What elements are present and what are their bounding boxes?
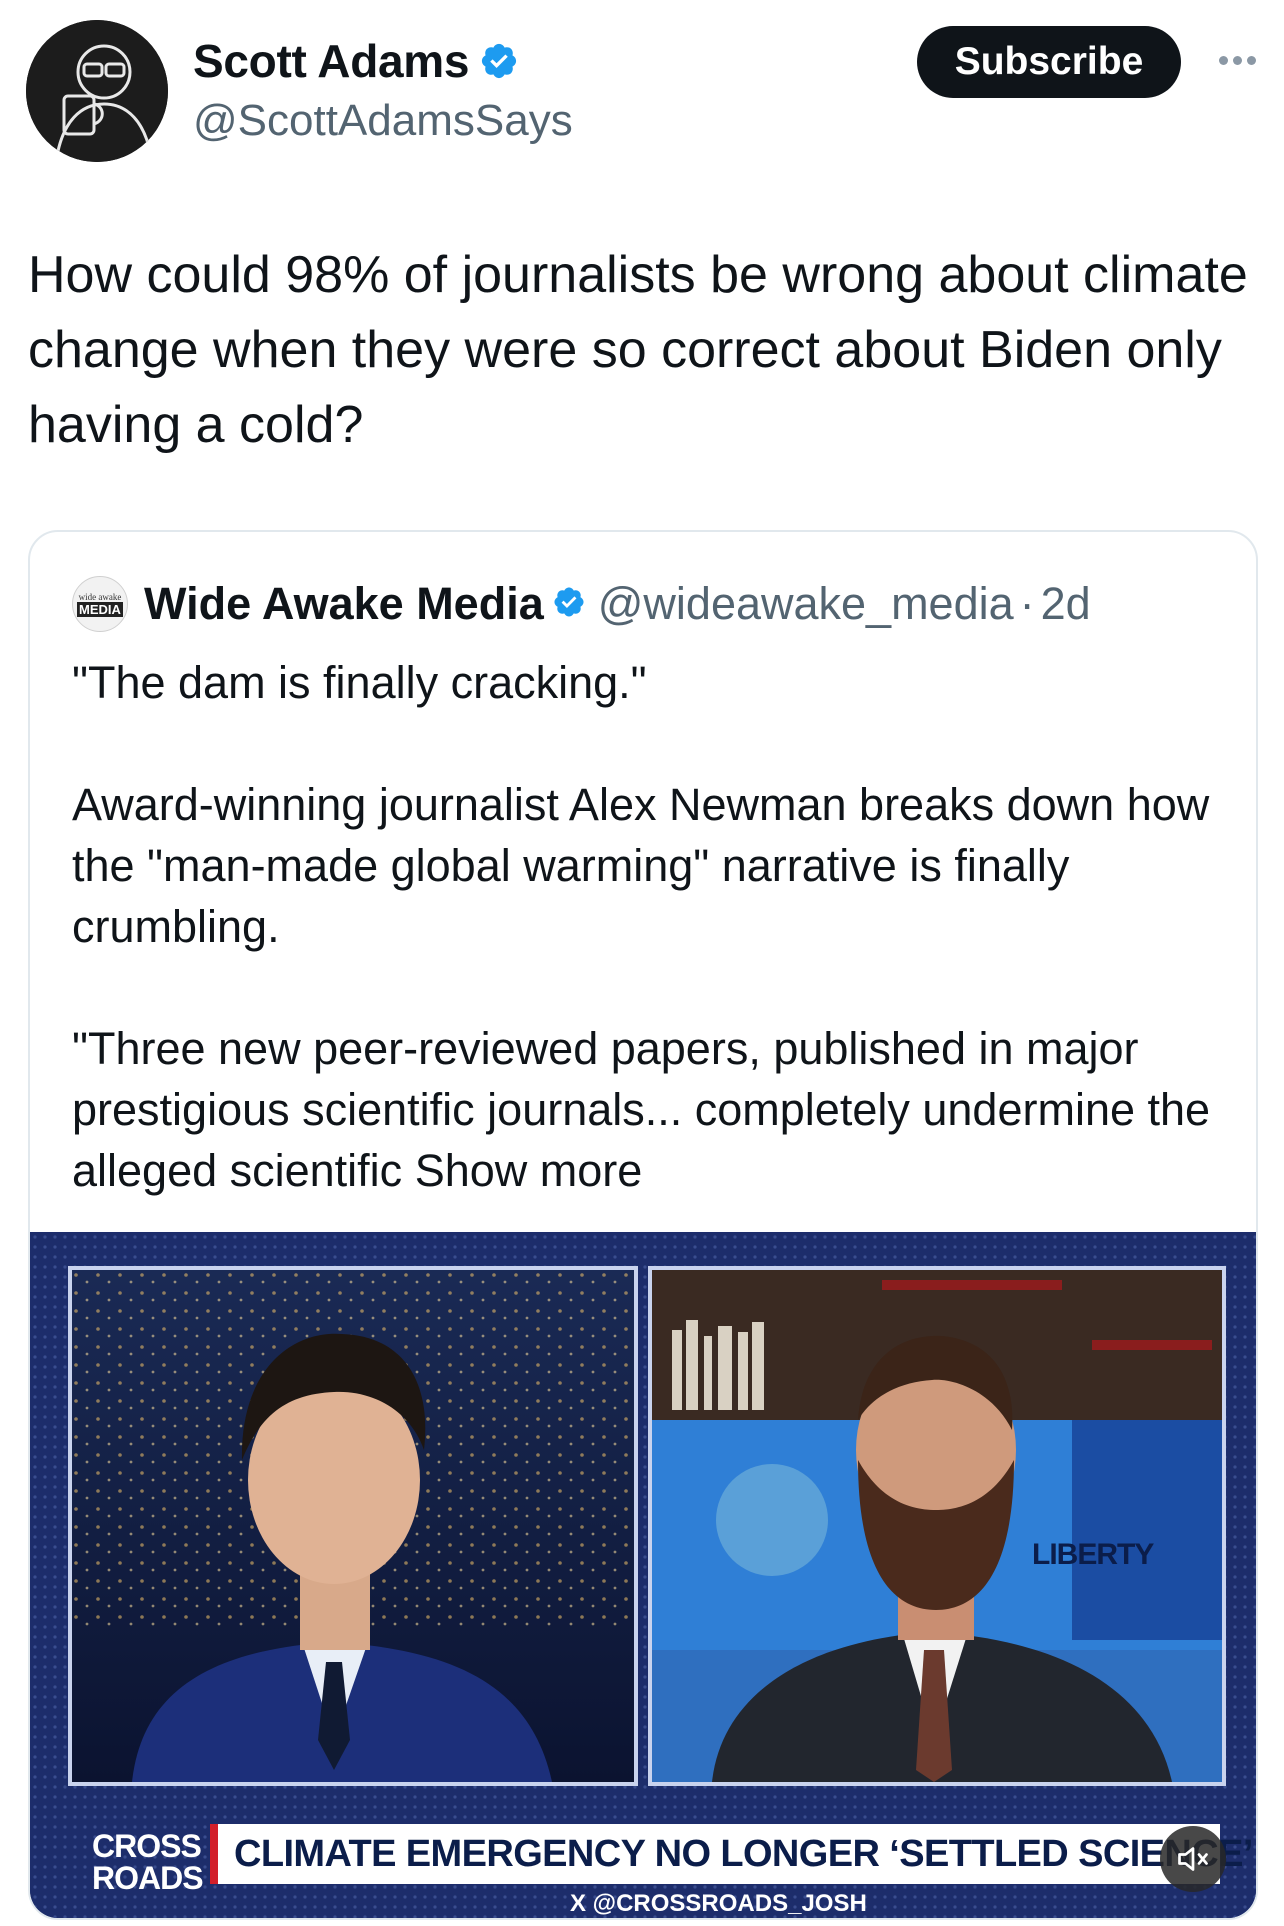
video-headline: CLIMATE EMERGENCY NO LONGER ‘SETTLED SCI…: [234, 1832, 1253, 1875]
quoted-paragraph: "The dam is finally cracking.": [72, 657, 647, 708]
muted-speaker-icon[interactable]: [1160, 1826, 1226, 1892]
backdrop-liberty-text: LIBERTY: [1032, 1538, 1154, 1571]
video-player[interactable]: LIBERTY CROSS ROADS CLIMATE EMERGENCY NO…: [30, 1232, 1256, 1918]
brand-line: ROADS: [92, 1860, 204, 1896]
quoted-tweet-header: wide awake MEDIA Wide Awake Media @widea…: [72, 576, 1091, 632]
quoted-tweet-text: "The dam is finally cracking." Award-win…: [72, 652, 1232, 1201]
crossroads-logo: CROSS ROADS: [92, 1828, 204, 1896]
video-panel-left: [68, 1266, 638, 1786]
host-image: [72, 1270, 634, 1782]
headline-banner: CLIMATE EMERGENCY NO LONGER ‘SETTLED SCI…: [210, 1824, 1253, 1884]
author-block: Scott Adams @ScottAdamsSays: [193, 34, 573, 146]
brand-line: CROSS: [92, 1828, 202, 1864]
more-dot: [1246, 55, 1256, 65]
quoted-paragraph: "Three new peer-reviewed papers, publish…: [72, 1018, 1232, 1201]
video-credit: X @CROSSROADS_JOSH: [570, 1890, 867, 1917]
author-handle[interactable]: @ScottAdamsSays: [193, 96, 573, 146]
subscribe-button[interactable]: Subscribe: [917, 26, 1181, 98]
quoted-avatar-small-text: wide awake: [78, 591, 122, 602]
verified-badge-icon: [479, 41, 519, 81]
quoted-timestamp[interactable]: 2d: [1041, 578, 1091, 630]
guest-image: [652, 1270, 1222, 1782]
avatar-sketch-icon: [26, 20, 168, 162]
quoted-tweet-card[interactable]: wide awake MEDIA Wide Awake Media @widea…: [28, 530, 1258, 1920]
quoted-avatar[interactable]: wide awake MEDIA: [72, 576, 128, 632]
quoted-avatar-big-text: MEDIA: [77, 601, 123, 617]
more-dot: [1232, 55, 1242, 65]
show-more-link[interactable]: Show more: [415, 1145, 643, 1196]
quoted-author-handle[interactable]: @wideawake_media: [598, 578, 1014, 630]
author-avatar[interactable]: [26, 20, 168, 162]
separator-dot: ·: [1019, 578, 1035, 629]
quoted-paragraph: Award-winning journalist Alex Newman bre…: [72, 779, 1210, 952]
tweet-text: How could 98% of journalists be wrong ab…: [28, 246, 1248, 454]
verified-badge-icon: [552, 585, 586, 624]
more-dot: [1218, 55, 1228, 65]
video-lower-third: CROSS ROADS CLIMATE EMERGENCY NO LONGER …: [30, 1812, 1256, 1918]
author-name[interactable]: Scott Adams: [193, 34, 469, 88]
video-panel-right: LIBERTY: [648, 1266, 1226, 1786]
quoted-author-name[interactable]: Wide Awake Media: [144, 578, 544, 630]
more-options-icon[interactable]: [1208, 40, 1266, 80]
